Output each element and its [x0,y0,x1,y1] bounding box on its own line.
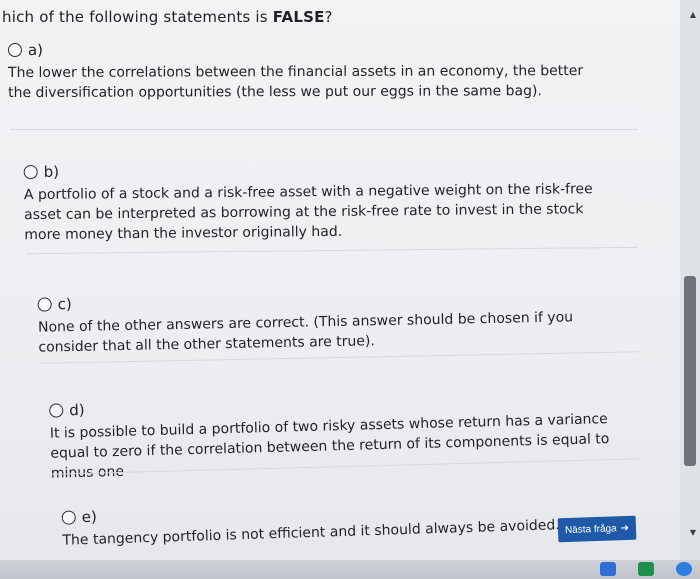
next-question-label: Nästa fråga [564,522,617,536]
answer-option-c[interactable]: c) None of the other answers are correct… [37,284,628,357]
question-prefix: hich of the following statements is [2,8,273,26]
option-label-b: b) [43,162,60,181]
scroll-thumb[interactable] [684,276,696,466]
app-icon[interactable] [638,562,654,576]
quiz-page: hich of the following statements is FALS… [0,0,680,560]
answer-option-e[interactable]: e) The tangency portfolio is not efficie… [61,491,622,551]
question-emphasis: FALSE [272,8,325,26]
next-question-button[interactable]: Nästa fråga ➜ [557,515,637,543]
radio-button-a[interactable] [7,42,22,58]
option-text-a: The lower the correlations between the f… [7,63,584,102]
answer-option-b[interactable]: b) A portfolio of a stock and a risk-fre… [23,157,625,245]
question-text: hich of the following statements is FALS… [2,8,333,26]
app-icon[interactable] [676,562,692,576]
option-label-c: c) [57,295,72,314]
scroll-down-icon[interactable]: ▼ [690,528,696,537]
taskbar [0,560,700,579]
radio-button-d[interactable] [49,403,64,418]
radio-button-c[interactable] [37,297,52,312]
option-text-c: None of the other answers are correct. (… [37,309,574,356]
radio-button-e[interactable] [61,510,76,525]
vertical-scrollbar[interactable]: ▲ ▼ [680,0,700,579]
option-label-d: d) [69,400,85,420]
arrow-right-icon: ➜ [620,522,630,534]
divider [26,246,638,255]
option-text-b: A portfolio of a stock and a risk-free a… [23,181,593,244]
app-icon[interactable] [600,562,616,576]
option-label-a: a) [27,40,44,59]
radio-button-b[interactable] [23,164,38,180]
scroll-up-icon[interactable]: ▲ [690,10,696,19]
option-label-e: e) [81,507,98,527]
question-suffix: ? [324,8,333,26]
divider [10,129,638,130]
answer-option-d[interactable]: d) It is possible to build a portfolio o… [49,386,641,483]
answer-option-a[interactable]: a) The lower the correlations between th… [7,39,608,103]
